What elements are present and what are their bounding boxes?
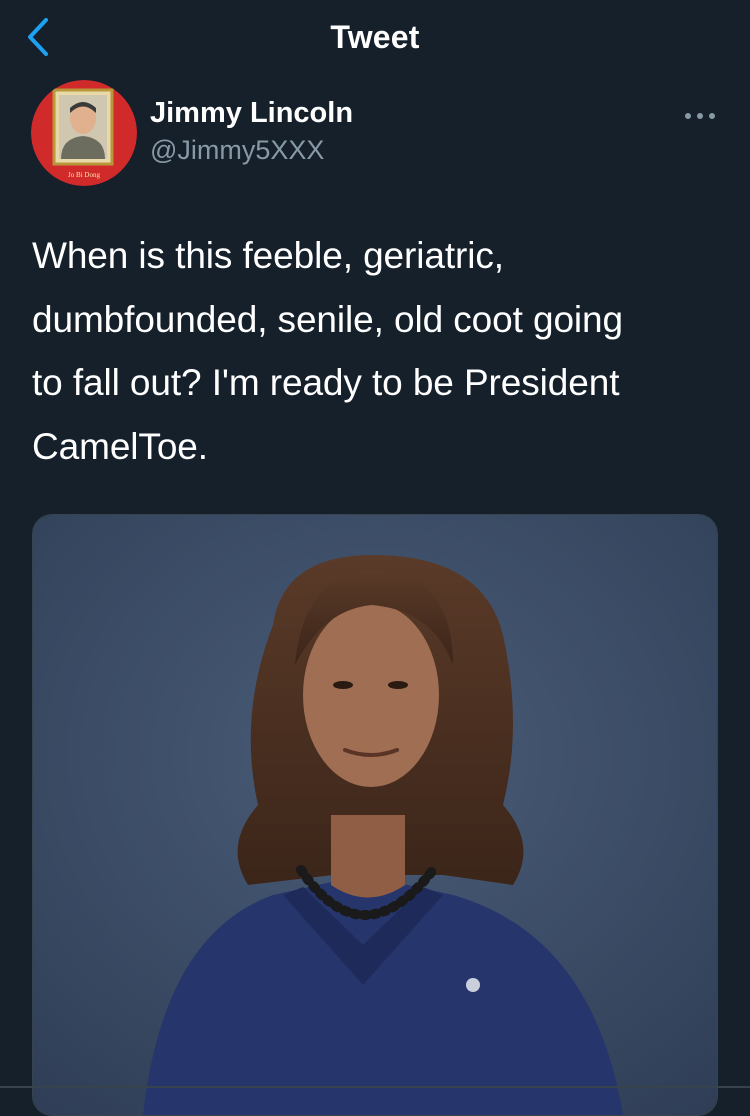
portrait-photo — [33, 515, 717, 1115]
avatar-caption-text: Jo Bi Dong — [68, 171, 100, 179]
ellipsis-icon — [685, 113, 715, 119]
page-title: Tweet — [330, 19, 420, 55]
tweet-photo[interactable] — [32, 514, 718, 1116]
author-info: Jimmy Lincoln @Jimmy5XXX — [150, 96, 610, 167]
avatar-image: Jo Bi Dong — [31, 80, 137, 186]
author-handle[interactable]: @Jimmy5XXX — [150, 133, 610, 167]
bottom-divider — [0, 1086, 750, 1088]
more-options-button[interactable] — [680, 104, 720, 128]
avatar[interactable]: Jo Bi Dong — [31, 80, 137, 186]
tweet-text: When is this feeble, geriatric, dumbfoun… — [32, 235, 623, 467]
top-bar: Tweet — [0, 0, 750, 74]
author-display-name[interactable]: Jimmy Lincoln — [150, 96, 610, 130]
